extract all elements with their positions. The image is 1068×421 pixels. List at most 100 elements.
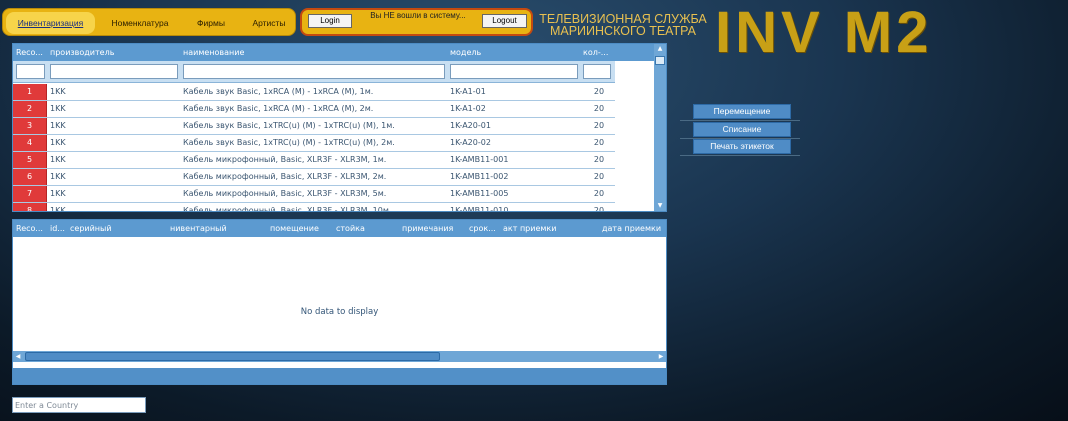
items-grid: Reco... производитель наименование модел… xyxy=(12,43,667,212)
row-number: 6 xyxy=(13,169,47,185)
cell-maker: 1KK xyxy=(50,206,66,212)
cell-qty: 20 xyxy=(593,87,605,96)
country-input[interactable] xyxy=(12,397,146,413)
divider xyxy=(680,120,800,121)
table-row[interactable]: 5 1KK Кабель микрофонный, Basic, XLR3F - X… xyxy=(13,152,615,169)
writeoff-button[interactable]: Списание xyxy=(693,122,791,137)
cell-model: 1K-AMB11-002 xyxy=(450,172,509,181)
scroll-thumb[interactable] xyxy=(25,352,440,361)
scroll-up-icon[interactable]: ▲ xyxy=(654,44,666,54)
cell-name: Кабель звук Basic, 1xTRC(u) (M) - 1xTRC(… xyxy=(183,121,395,130)
cell-maker: 1KK xyxy=(50,172,66,181)
filter-row xyxy=(13,61,615,83)
table-row[interactable]: 4 1KK Кабель звук Basic, 1xTRC(u) (M) - 1x… xyxy=(13,135,615,152)
cell-qty: 20 xyxy=(593,104,605,113)
tab-inventory[interactable]: Инвентаризация xyxy=(6,12,95,34)
cell-name: Кабель звук Basic, 1xRCA (M) - 1xRCA (M)… xyxy=(183,104,374,113)
units-grid-header: Reco... id... серийный нивентарный помещ… xyxy=(13,220,666,237)
cell-model: 1K-AMB11-010 xyxy=(450,206,509,212)
table-row[interactable]: 3 1KK Кабель звук Basic, 1xTRC(u) (M) - 1x… xyxy=(13,118,615,135)
scroll-thumb[interactable] xyxy=(655,56,665,65)
col-header-record[interactable]: Reco... xyxy=(16,44,48,61)
col-header-model[interactable]: модель xyxy=(450,44,580,61)
auth-bar: Login Вы НЕ вошли в систему... Logout xyxy=(300,8,533,36)
filter-maker-input[interactable] xyxy=(50,64,178,79)
row-number: 7 xyxy=(13,186,47,202)
col-header-date[interactable]: дата приемки xyxy=(602,220,666,237)
filter-model-input[interactable] xyxy=(450,64,578,79)
table-row[interactable]: 1 1KK Кабель звук Basic, 1xRCA (M) - 1xRCA… xyxy=(13,84,615,101)
tab-firms[interactable]: Фирмы xyxy=(183,12,239,34)
row-number: 3 xyxy=(13,118,47,134)
cell-model: 1K-AMB11-001 xyxy=(450,155,509,164)
filter-record-input[interactable] xyxy=(16,64,45,79)
empty-message: No data to display xyxy=(300,307,379,317)
col-header-term[interactable]: срок... xyxy=(469,220,501,237)
table-row[interactable]: 8 1KK Кабель микрофонный, Basic, XLR3F - X… xyxy=(13,203,615,212)
cell-qty: 20 xyxy=(593,138,605,147)
cell-model: 1K-AMB11-005 xyxy=(450,189,509,198)
cell-name: Кабель микрофонный, Basic, XLR3F - XLR3M… xyxy=(183,189,387,198)
col-header-rack[interactable]: стойка xyxy=(336,220,386,237)
tab-artists[interactable]: Артисты xyxy=(241,12,297,34)
cell-model: 1K-A1-02 xyxy=(450,104,486,113)
cell-model: 1K-A20-01 xyxy=(450,121,491,130)
col-header-id[interactable]: id... xyxy=(50,220,70,237)
filter-qty-input[interactable] xyxy=(583,64,611,79)
logout-button[interactable]: Logout xyxy=(482,14,527,28)
row-number: 1 xyxy=(13,84,47,100)
cell-model: 1K-A1-01 xyxy=(450,87,486,96)
org-name-line2: МАРИИНСКОГО ТЕАТРА xyxy=(549,24,697,38)
move-button[interactable]: Перемещение xyxy=(693,104,791,119)
col-header-room[interactable]: помещение xyxy=(270,220,330,237)
row-number: 5 xyxy=(13,152,47,168)
table-row[interactable]: 7 1KK Кабель микрофонный, Basic, XLR3F - X… xyxy=(13,186,615,203)
filter-name-input[interactable] xyxy=(183,64,445,79)
main-nav: Инвентаризация Номенклатура Фирмы Артист… xyxy=(2,8,296,36)
row-number: 8 xyxy=(13,203,47,211)
table-row[interactable]: 6 1KK Кабель микрофонный, Basic, XLR3F - X… xyxy=(13,169,615,186)
login-button[interactable]: Login xyxy=(308,14,352,28)
cell-name: Кабель микрофонный, Basic, XLR3F - XLR3M… xyxy=(183,172,387,181)
cell-name: Кабель микрофонный, Basic, XLR3F - XLR3M… xyxy=(183,206,392,212)
units-grid-body: No data to display xyxy=(13,237,666,368)
print-labels-button[interactable]: Печать этикеток xyxy=(693,139,791,154)
cell-maker: 1KK xyxy=(50,104,66,113)
cell-qty: 20 xyxy=(593,189,605,198)
items-vscrollbar[interactable]: ▲ ▼ xyxy=(654,44,666,211)
cell-maker: 1KK xyxy=(50,121,66,130)
login-status-text: Вы НЕ вошли в систему... xyxy=(370,11,466,20)
row-number: 2 xyxy=(13,101,47,117)
scroll-right-icon[interactable]: ▶ xyxy=(656,351,666,362)
col-header-act[interactable]: акт приемки xyxy=(503,220,573,237)
cell-qty: 20 xyxy=(593,121,605,130)
col-header-qty[interactable]: кол-... xyxy=(583,44,615,61)
col-header-notes[interactable]: примечания xyxy=(402,220,468,237)
scroll-left-icon[interactable]: ◀ xyxy=(13,351,23,362)
cell-name: Кабель звук Basic, 1xTRC(u) (M) - 1xTRC(… xyxy=(183,138,395,147)
cell-name: Кабель звук Basic, 1xRCA (M) - 1xRCA (M)… xyxy=(183,87,374,96)
tab-nomenclature[interactable]: Номенклатура xyxy=(101,12,179,34)
col-header-inventory[interactable]: нивентарный xyxy=(170,220,260,237)
cell-maker: 1KK xyxy=(50,138,66,147)
cell-maker: 1KK xyxy=(50,189,66,198)
org-name: ТЕЛЕВИЗИОННАЯ СЛУЖБА МАРИИНСКОГО ТЕАТРА xyxy=(533,13,713,38)
cell-qty: 20 xyxy=(593,172,605,181)
app-logo: INV M2 xyxy=(715,0,933,65)
divider xyxy=(680,155,800,156)
units-hscrollbar[interactable]: ◀ ▶ xyxy=(13,351,666,362)
cell-maker: 1KK xyxy=(50,87,66,96)
col-header-serial[interactable]: серийный xyxy=(70,220,160,237)
cell-qty: 20 xyxy=(593,155,605,164)
cell-qty: 20 xyxy=(593,206,605,212)
col-header-name[interactable]: наименование xyxy=(183,44,443,61)
scroll-down-icon[interactable]: ▼ xyxy=(654,201,666,211)
cell-model: 1K-A20-02 xyxy=(450,138,491,147)
col-header-record[interactable]: Reco... xyxy=(16,220,48,237)
table-row[interactable]: 2 1KK Кабель звук Basic, 1xRCA (M) - 1xRCA… xyxy=(13,101,615,118)
col-header-maker[interactable]: производитель xyxy=(50,44,180,61)
cell-maker: 1KK xyxy=(50,155,66,164)
row-number: 4 xyxy=(13,135,47,151)
cell-name: Кабель микрофонный, Basic, XLR3F - XLR3M… xyxy=(183,155,387,164)
items-grid-header: Reco... производитель наименование модел… xyxy=(13,44,656,61)
